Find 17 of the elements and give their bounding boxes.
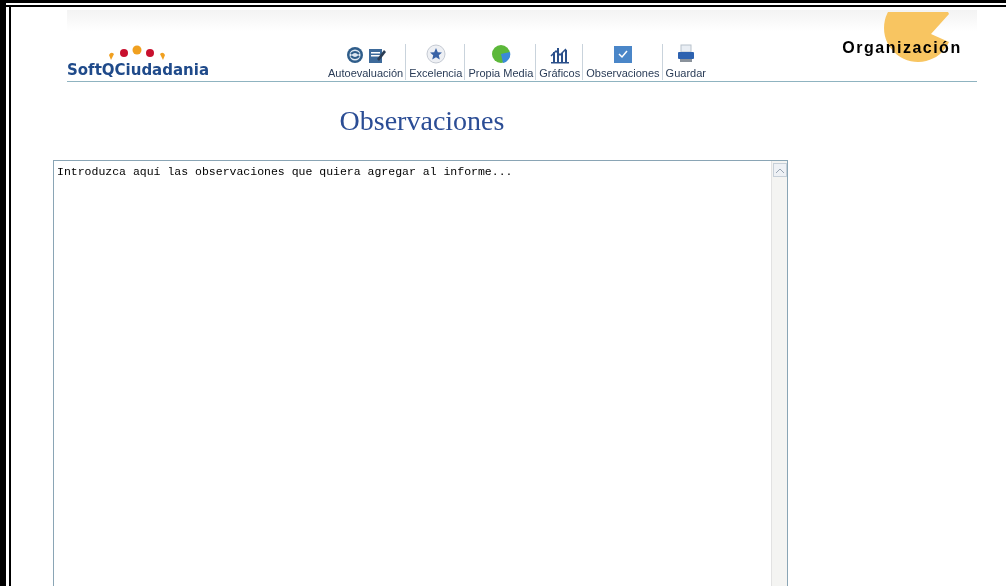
nav-link[interactable]: Observaciones	[585, 44, 661, 80]
refresh-icon	[345, 46, 364, 64]
nav-link[interactable]: Propia Media	[467, 44, 535, 80]
printer-icon	[675, 44, 696, 64]
scroll-up-icon[interactable]	[772, 163, 787, 177]
logo-dots-icon	[107, 45, 167, 61]
nav-link[interactable]: Guardar	[664, 44, 707, 80]
notepad-icon	[367, 46, 386, 64]
nav-link[interactable]: Autoevaluación	[327, 46, 405, 80]
checklist-icon	[612, 44, 633, 64]
nav-link[interactable]: Gráficos	[538, 44, 582, 80]
page-title: Observaciones	[339, 104, 505, 138]
logo-text: SoftQCiudadania	[67, 63, 211, 78]
pie-chart-icon	[490, 44, 511, 64]
scrollbar[interactable]	[771, 161, 787, 586]
observations-field[interactable]: Introduzca aquí las observaciones que quiera agregar al informe...	[53, 160, 788, 586]
nav-link[interactable]: Excelencia	[408, 44, 464, 80]
